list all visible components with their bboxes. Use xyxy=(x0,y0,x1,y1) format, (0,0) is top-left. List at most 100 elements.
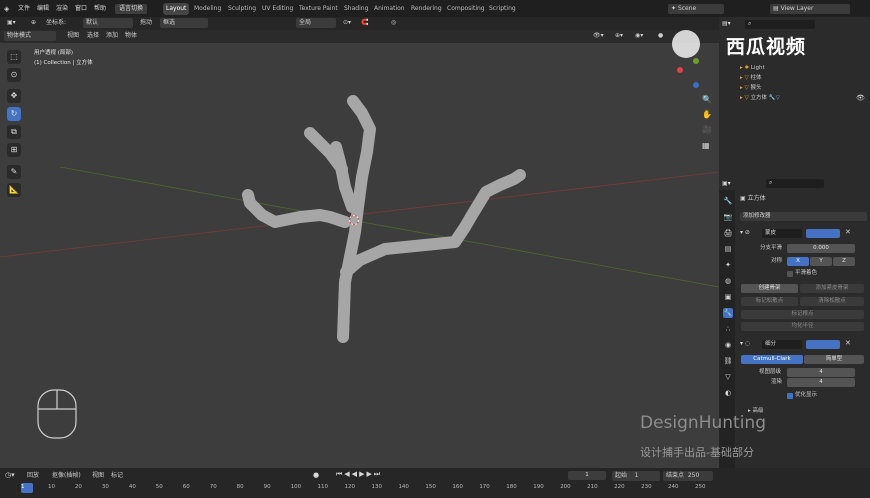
drag-dropdown[interactable]: 框选 xyxy=(160,18,208,28)
catmull-clark-button[interactable]: Catmull-Clark xyxy=(741,355,803,364)
optimal-display-checkbox[interactable] xyxy=(787,393,793,399)
tab-layout[interactable]: Layout xyxy=(163,3,190,15)
skin-modifier-header[interactable]: ▾ ⊘ xyxy=(740,229,750,236)
outliner-search-input[interactable]: ⌕ xyxy=(745,20,815,29)
tab-animation[interactable]: Animation xyxy=(371,3,408,15)
menu-render[interactable]: 渲染 xyxy=(56,4,68,14)
mark-loose-points-button[interactable]: 标记松散点 xyxy=(741,297,798,306)
render-levels-field[interactable]: 4 xyxy=(787,378,855,387)
subsurf-name-field[interactable]: 细分 xyxy=(762,340,802,349)
menu-add[interactable]: 添加 xyxy=(103,31,121,41)
gizmo-y-icon[interactable] xyxy=(693,58,699,64)
symmetry-x-toggle[interactable]: X xyxy=(787,257,809,266)
eye-icon[interactable]: 👁 xyxy=(856,94,865,102)
tab-scripting[interactable]: Scripting xyxy=(486,3,519,15)
menu-keying[interactable]: 抠像(插帧) xyxy=(49,471,84,481)
smooth-shading-checkbox[interactable] xyxy=(787,271,793,277)
simple-button[interactable]: 简单型 xyxy=(804,355,864,364)
transform-tool-icon[interactable]: ⊞ xyxy=(7,143,21,157)
outliner-item-light[interactable]: ▸ ✹ Light xyxy=(740,64,765,73)
render-tab-icon[interactable]: 📷 xyxy=(723,212,733,222)
move-tool-icon[interactable]: ✥ xyxy=(7,89,21,103)
coord-dropdown[interactable]: 默认 xyxy=(83,18,133,28)
outliner-editor-icon[interactable]: ▤▾ xyxy=(722,20,731,27)
menu-view[interactable]: 视图 xyxy=(64,31,82,41)
subsurf-visibility-toggles[interactable] xyxy=(806,340,840,349)
rotate-tool-icon[interactable]: ↻ xyxy=(7,107,21,121)
tab-shading[interactable]: Shading xyxy=(341,3,371,15)
timeline[interactable] xyxy=(0,468,870,498)
subsurf-close-icon[interactable]: ✕ xyxy=(845,339,851,347)
perspective-grid-icon[interactable]: ▦ xyxy=(702,141,710,150)
menu-timeline-view[interactable]: 视图 xyxy=(89,471,107,481)
3d-viewport[interactable] xyxy=(0,17,719,468)
menu-object[interactable]: 物体 xyxy=(122,31,140,41)
cursor-tool-icon[interactable]: ⊙ xyxy=(7,68,21,82)
playback-controls[interactable]: ⏮◀◀▶▶⏭ xyxy=(336,470,382,479)
start-frame-field[interactable]: 起始 1 xyxy=(612,471,660,481)
mode-dropdown[interactable]: 物体模式 xyxy=(4,31,56,41)
tab-sculpting[interactable]: Sculpting xyxy=(225,3,259,15)
menu-window[interactable]: 窗口 xyxy=(75,4,87,14)
subsurf-modifier-header[interactable]: ▾ ◌ xyxy=(740,340,750,347)
menu-help[interactable]: 帮助 xyxy=(94,4,106,14)
outliner-item-monkey[interactable]: ▸ ▽ 猴头 xyxy=(740,84,762,93)
zoom-icon[interactable]: 🔍 xyxy=(702,95,712,104)
editor-type-icon[interactable]: ▣▾ xyxy=(4,18,19,28)
record-icon[interactable]: ● xyxy=(313,471,319,479)
pan-hand-icon[interactable]: ✋ xyxy=(702,110,712,119)
camera-icon[interactable]: 🎥 xyxy=(702,125,712,134)
add-modifier-dropdown[interactable]: 添加修改器 xyxy=(740,212,867,221)
particles-tab-icon[interactable]: ∴ xyxy=(723,324,733,334)
clear-loose-button[interactable]: 清除松散点 xyxy=(800,297,864,306)
navigation-gizmo[interactable] xyxy=(675,53,705,88)
equalize-radii-button[interactable]: 均化半径 xyxy=(741,322,864,331)
symmetry-y-toggle[interactable]: Y xyxy=(810,257,832,266)
skin-name-field[interactable]: 蒙皮 xyxy=(762,229,802,238)
modifier-tab-icon[interactable]: 🔧 xyxy=(723,308,733,318)
symmetry-z-toggle[interactable]: Z xyxy=(833,257,855,266)
mark-root-button[interactable]: 标记根点 xyxy=(741,310,864,319)
branch-smooth-field[interactable]: 0.000 xyxy=(787,244,855,253)
pivot-icon[interactable]: ⊙▾ xyxy=(340,18,354,28)
menu-marker[interactable]: 标记 xyxy=(108,471,126,481)
mark-loose-button[interactable]: 添加紧皮骨架 xyxy=(800,284,864,293)
end-frame-field[interactable]: 结束点 250 xyxy=(663,471,713,481)
tab-uv-editing[interactable]: UV Editing xyxy=(259,3,296,15)
timeline-editor-icon[interactable]: ◷▾ xyxy=(5,471,15,479)
properties-editor-icon[interactable]: ▣▾ xyxy=(722,180,731,187)
menu-playback[interactable]: 回放 xyxy=(24,471,42,481)
object-tab-icon[interactable]: ▣ xyxy=(723,292,733,302)
menu-select[interactable]: 选择 xyxy=(84,31,102,41)
data-tab-icon[interactable]: ▽ xyxy=(723,372,733,382)
material-tab-icon[interactable]: ◐ xyxy=(723,388,733,398)
constraints-tab-icon[interactable]: ⛓ xyxy=(723,356,733,366)
gizmo-x-icon[interactable] xyxy=(677,67,683,73)
tab-compositing[interactable]: Compositing xyxy=(444,3,488,15)
current-frame-field[interactable]: 1 xyxy=(568,471,606,480)
properties-search-input[interactable]: ⌕ xyxy=(766,179,824,188)
overlay-icon[interactable]: ◉▾ xyxy=(632,31,646,41)
menu-edit[interactable]: 编辑 xyxy=(37,4,49,14)
physics-tab-icon[interactable]: ◉ xyxy=(723,340,733,350)
scene-selector[interactable]: ✦ Scene xyxy=(668,4,724,14)
view-layer-tab-icon[interactable]: ▤ xyxy=(723,244,733,254)
annotate-tool-icon[interactable]: ✎ xyxy=(7,165,21,179)
create-armature-button[interactable]: 创建骨架 xyxy=(741,284,798,293)
scene-tab-icon[interactable]: ✦ xyxy=(723,260,733,270)
gizmo-icon[interactable]: ⊕▾ xyxy=(612,31,626,41)
shading-solid-icon[interactable]: ● xyxy=(655,31,666,41)
tab-texture-paint[interactable]: Texture Paint xyxy=(296,3,341,15)
measure-tool-icon[interactable]: 📐 xyxy=(7,183,21,197)
scale-tool-icon[interactable]: ⧉ xyxy=(7,125,21,139)
gizmo-z-icon[interactable] xyxy=(693,82,699,88)
language-toggle-button[interactable]: 语言切换 xyxy=(115,4,148,14)
skin-close-icon[interactable]: ✕ xyxy=(845,228,851,236)
snap-icon[interactable]: 🧲 xyxy=(358,18,371,28)
tab-rendering[interactable]: Rendering xyxy=(408,3,445,15)
transform-orientation-dropdown[interactable]: 全局 xyxy=(296,18,336,28)
select-tool-icon[interactable]: ⬚ xyxy=(7,50,21,64)
outliner-item-cube[interactable]: ▸ ▽ 立方体 🔧▽ xyxy=(740,94,780,103)
tool-tab-icon[interactable]: 🔧 xyxy=(723,196,733,206)
outliner-item-cylinder[interactable]: ▸ ▽ 柱体 xyxy=(740,74,762,83)
